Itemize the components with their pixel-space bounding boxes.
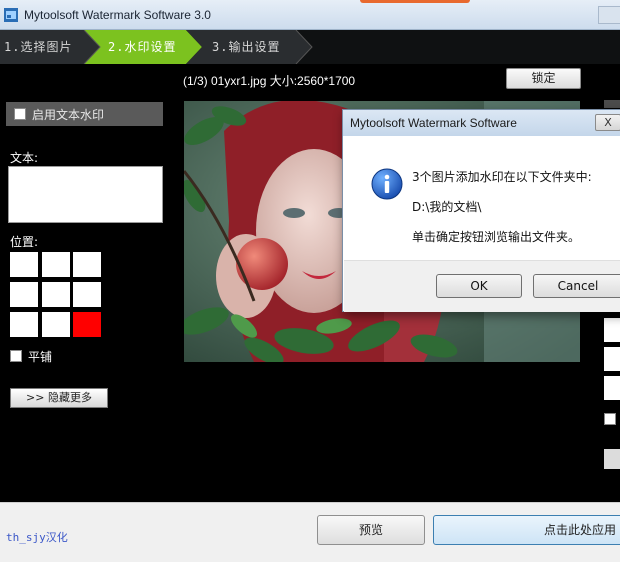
position-cell-1[interactable] <box>10 252 38 277</box>
enable-text-watermark-row[interactable]: 启用文本水印 <box>6 102 163 126</box>
position-cell-4[interactable] <box>10 282 38 307</box>
dialog-message-line-1: 3个图片添加水印在以下文件夹中: <box>412 170 592 184</box>
enable-text-watermark-checkbox[interactable] <box>14 108 26 120</box>
right-panel-header <box>604 100 620 108</box>
dialog-title-bar: Mytoolsoft Watermark Software X <box>343 110 620 136</box>
position-cell-2[interactable] <box>42 252 70 277</box>
window-control-button[interactable] <box>598 6 620 24</box>
tile-checkbox[interactable] <box>10 350 22 362</box>
enable-text-watermark-label: 启用文本水印 <box>32 108 105 122</box>
app-window: Mytoolsoft Watermark Software 3.0 1.选择图片… <box>0 0 620 562</box>
dialog-message-path: D:\我的文档\ <box>412 200 482 214</box>
dialog-body: 3个图片添加水印在以下文件夹中: D:\我的文档\ 单击确定按钮浏览输出文件夹。 <box>344 136 620 260</box>
position-cell-9-selected[interactable] <box>73 312 101 337</box>
preview-button[interactable]: 预览 <box>317 515 425 545</box>
step-bar: 1.选择图片 2.水印设置 3.输出设置 <box>0 30 620 64</box>
position-label: 位置: <box>10 235 39 249</box>
dialog-message-line-3: 单击确定按钮浏览输出文件夹。 <box>412 230 581 244</box>
translator-credit: th_sjy汉化 <box>6 531 68 544</box>
right-panel-field-2[interactable] <box>604 347 620 371</box>
dialog-close-button[interactable]: X <box>595 114 620 131</box>
file-info: (1/3) 01yxr1.jpg 大小:2560*1700 <box>183 74 356 88</box>
info-icon <box>371 168 403 200</box>
position-cell-8[interactable] <box>42 312 70 337</box>
close-icon: X <box>604 116 612 129</box>
lock-button[interactable]: 锁定 <box>506 68 581 89</box>
step-watermark-settings[interactable]: 2.水印设置 <box>108 30 176 64</box>
right-panel-button[interactable] <box>604 449 620 469</box>
position-cell-7[interactable] <box>10 312 38 337</box>
text-label: 文本: <box>10 151 39 165</box>
position-cell-3[interactable] <box>73 252 101 277</box>
app-icon <box>4 8 18 22</box>
right-panel-field-1[interactable] <box>604 318 620 342</box>
dialog-ok-button[interactable]: OK <box>436 274 522 298</box>
message-dialog: Mytoolsoft Watermark Software X 3个图片添加水印… <box>342 109 620 312</box>
dialog-title: Mytoolsoft Watermark Software <box>350 116 517 130</box>
window-title: Mytoolsoft Watermark Software 3.0 <box>24 8 211 22</box>
step-output-settings[interactable]: 3.输出设置 <box>212 30 280 64</box>
tile-label: 平铺 <box>28 350 53 364</box>
title-bar: Mytoolsoft Watermark Software 3.0 <box>0 0 620 30</box>
right-panel-field-3[interactable] <box>604 376 620 400</box>
step-select-images[interactable]: 1.选择图片 <box>4 30 72 64</box>
apply-button[interactable]: 点击此处应用 <box>433 515 620 545</box>
position-cell-5[interactable] <box>42 282 70 307</box>
hide-more-button[interactable]: >> 隐藏更多 <box>10 388 108 408</box>
right-panel-checkbox[interactable] <box>604 413 616 425</box>
dialog-cancel-button[interactable]: Cancel <box>533 274 620 298</box>
dialog-footer: OK Cancel <box>344 260 620 312</box>
position-cell-6[interactable] <box>73 282 101 307</box>
accent-strip <box>360 0 470 3</box>
watermark-text-input[interactable] <box>8 166 163 223</box>
step-bar-shapes <box>0 30 313 64</box>
